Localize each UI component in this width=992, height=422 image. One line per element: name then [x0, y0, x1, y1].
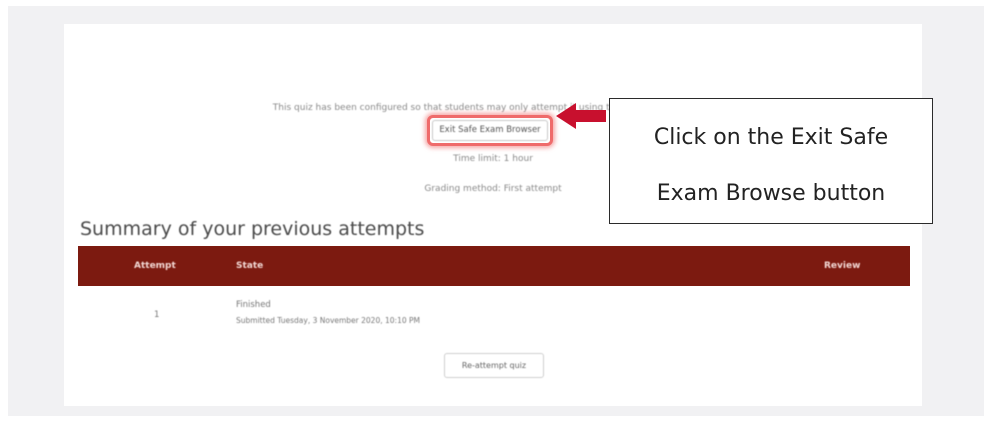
attempt-number: 1 — [154, 310, 160, 320]
attempts-table: Attempt State Review 1 Finished Submitte… — [78, 246, 910, 346]
arrow-shape — [556, 103, 606, 129]
column-header-attempt: Attempt — [134, 261, 176, 271]
reattempt-quiz-button[interactable]: Re-attempt quiz — [444, 353, 544, 378]
column-header-review: Review — [824, 261, 861, 271]
column-header-state: State — [236, 261, 264, 271]
pointer-arrow-icon — [556, 103, 606, 129]
callout-line-2: Exam Browse button — [656, 181, 886, 206]
attempt-state: Finished — [236, 300, 271, 310]
exit-safe-exam-browser-button[interactable]: Exit Safe Exam Browser — [427, 115, 553, 146]
exit-button-label: Exit Safe Exam Browser — [432, 120, 548, 141]
summary-title: Summary of your previous attempts — [80, 218, 425, 240]
table-header: Attempt State Review — [78, 246, 910, 286]
callout-line-1: Click on the Exit Safe — [653, 125, 889, 150]
attempt-submitted-time: Submitted Tuesday, 3 November 2020, 10:1… — [236, 316, 420, 325]
instruction-callout: Click on the Exit Safe Exam Browse butto… — [609, 98, 933, 224]
table-row: 1 Finished Submitted Tuesday, 3 November… — [78, 286, 910, 346]
